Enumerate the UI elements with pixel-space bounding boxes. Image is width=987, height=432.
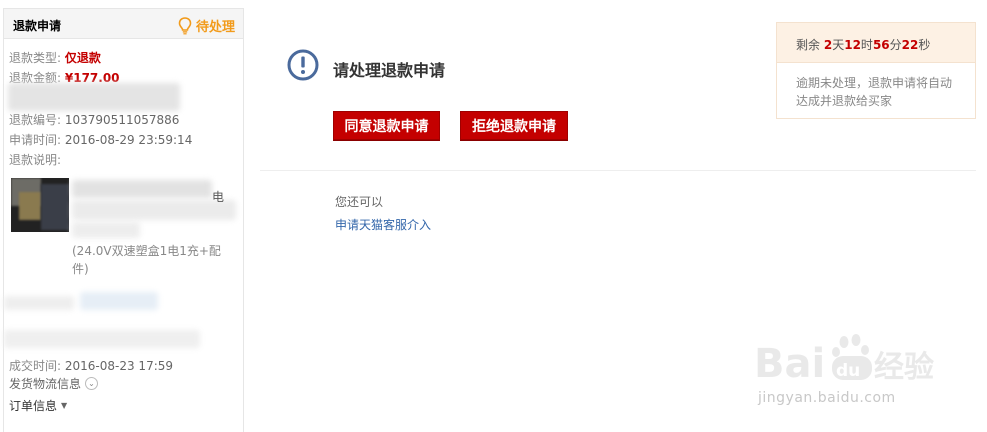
- watermark-brand: Bai: [754, 341, 825, 387]
- apply-customer-service-link[interactable]: 申请天猫客服介入: [335, 216, 431, 233]
- countdown-days-unit: 天: [832, 38, 845, 52]
- refund-description-label: 退款说明:: [9, 153, 62, 167]
- refuse-refund-button[interactable]: 拒绝退款申请: [460, 111, 568, 140]
- countdown-seconds: 22: [901, 38, 919, 52]
- product-title-fragment: 电: [212, 190, 225, 204]
- blurred-buyer-info: [8, 83, 180, 111]
- countdown-note: 逾期未处理，退款申请将自动达成并退款给买家: [796, 76, 953, 108]
- deal-time-row: 成交时间: 2016-08-23 17:59: [9, 357, 173, 374]
- refund-number-label: 退款编号:: [9, 113, 62, 127]
- refund-number-value: 103790511057886: [64, 113, 180, 127]
- watermark-brand-jingyan: 经验: [874, 350, 934, 385]
- apply-time-label: 申请时间:: [9, 133, 62, 147]
- agree-refund-button[interactable]: 同意退款申请: [333, 111, 440, 140]
- exclamation-icon: [287, 49, 319, 81]
- order-info-label: 订单信息: [9, 399, 58, 413]
- pending-status: 待处理: [178, 16, 235, 35]
- watermark-url: jingyan.baidu.com: [758, 390, 896, 406]
- order-info-toggle[interactable]: 订单信息 ▼: [9, 397, 67, 414]
- refund-type-label: 退款类型:: [9, 51, 62, 65]
- watermark-brand-du: du: [836, 361, 860, 381]
- product-thumbnail[interactable]: [11, 178, 69, 232]
- blurred-line-1: [4, 296, 74, 310]
- also-text: 您还可以: [335, 195, 384, 209]
- countdown-seconds-unit: 秒: [918, 38, 931, 52]
- countdown-prefix: 剩余: [796, 38, 821, 52]
- page-title: 请处理退款申请: [333, 61, 446, 80]
- product-spec: (24.0V双速塑盒1电1充+配件): [72, 244, 221, 276]
- lightbulb-icon: [178, 16, 192, 34]
- refund-type-row: 退款类型: 仅退款: [9, 49, 101, 66]
- refund-panel-header: 退款申请 待处理: [4, 9, 243, 39]
- countdown-days: 2: [823, 38, 833, 52]
- refund-number-row: 退款编号: 103790511057886: [9, 111, 179, 128]
- section-divider: [260, 170, 976, 171]
- deal-time-label: 成交时间:: [9, 359, 62, 373]
- caret-down-icon: ▼: [61, 401, 68, 410]
- refund-type-value: 仅退款: [64, 51, 101, 65]
- apply-time-value: 2016-08-29 23:59:14: [64, 133, 193, 147]
- countdown-timer: 剩余 2天12时56分22秒: [777, 23, 975, 63]
- countdown-hours-unit: 时: [860, 38, 873, 52]
- refund-description-row: 退款说明:: [9, 151, 61, 168]
- refund-panel-title: 退款申请: [13, 19, 62, 33]
- blurred-line-3: [4, 330, 200, 348]
- blurred-product-sku: [72, 222, 140, 238]
- chevron-down-icon: ⌄: [85, 377, 99, 390]
- countdown-hours: 12: [844, 38, 861, 52]
- countdown-box: 剩余 2天12时56分22秒 逾期未处理，退款申请将自动达成并退款给买家: [776, 22, 976, 119]
- blurred-product-title: [72, 180, 212, 198]
- apply-time-row: 申请时间: 2016-08-29 23:59:14: [9, 131, 192, 148]
- logistics-toggle[interactable]: 发货物流信息 ⌄: [9, 375, 99, 392]
- countdown-minutes-unit: 分: [889, 38, 902, 52]
- countdown-minutes: 56: [872, 38, 890, 52]
- logistics-label: 发货物流信息: [9, 377, 82, 391]
- deal-time-value: 2016-08-23 17:59: [64, 359, 174, 373]
- pending-status-text: 待处理: [195, 20, 235, 35]
- blurred-line-2: [80, 292, 158, 310]
